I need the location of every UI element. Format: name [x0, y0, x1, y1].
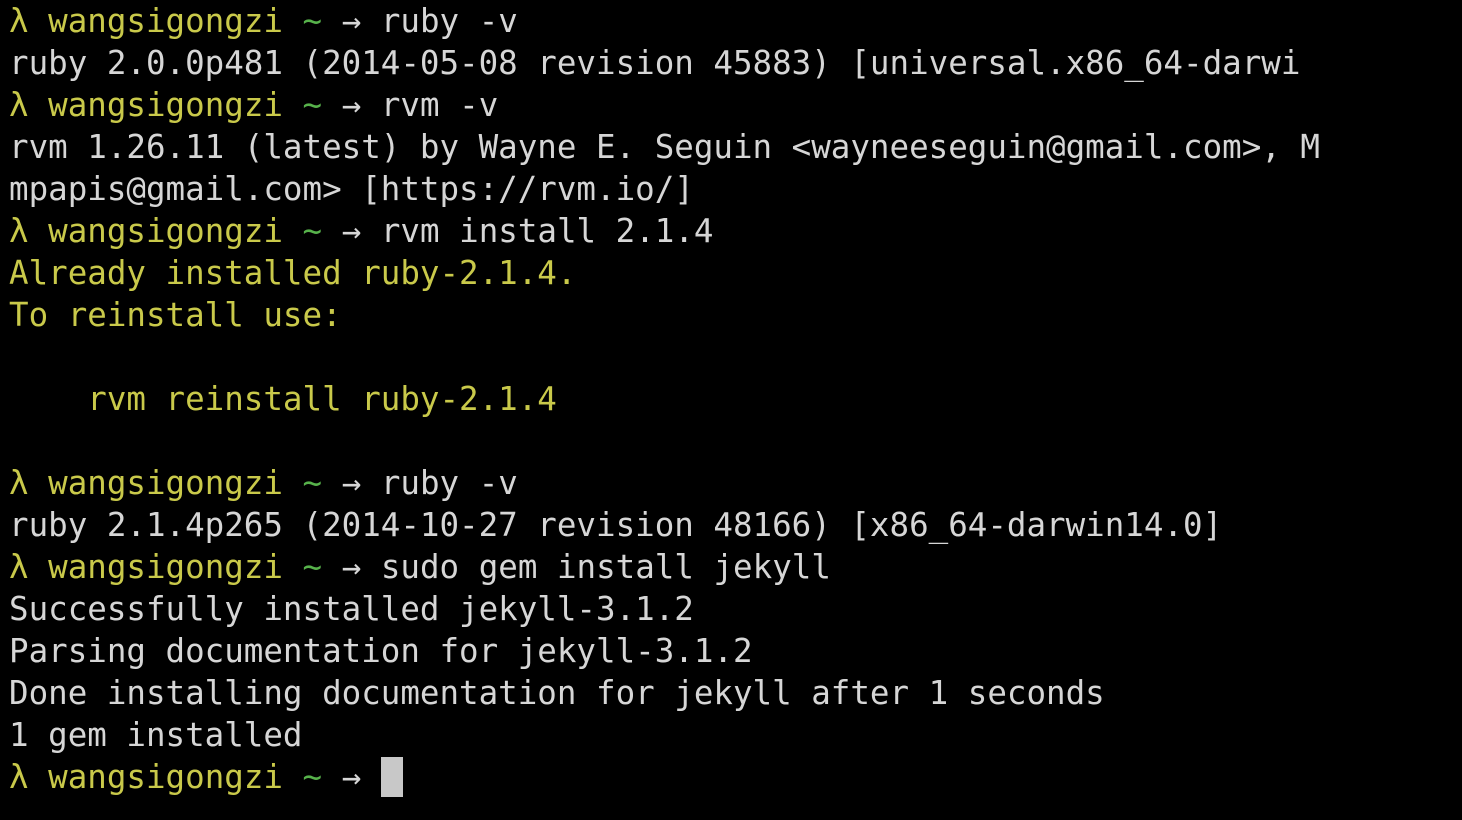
terminal-warning-line: Already installed ruby-2.1.4.: [9, 254, 577, 292]
terminal-line-prompt: λ wangsigongzi ~ → ruby -v: [9, 0, 1462, 42]
terminal-window[interactable]: λ wangsigongzi ~ → ruby -v ruby 2.0.0p48…: [0, 0, 1462, 820]
command-text: ruby -v: [380, 464, 518, 502]
arrow-right-icon: →: [341, 212, 362, 250]
prompt-directory: ~: [302, 464, 323, 502]
terminal-line-prompt: λ wangsigongzi ~ → rvm -v: [9, 84, 1462, 126]
lambda-prompt-icon: λ: [9, 548, 29, 586]
arrow-right-icon: →: [341, 758, 362, 796]
arrow-right-icon: →: [341, 548, 362, 586]
lambda-prompt-icon: λ: [9, 212, 29, 250]
terminal-line-prompt: λ wangsigongzi ~ → sudo gem install jeky…: [9, 546, 1462, 588]
terminal-active-prompt[interactable]: λ wangsigongzi ~ →: [9, 756, 1462, 798]
prompt-username: wangsigongzi: [48, 212, 283, 250]
terminal-line-prompt: λ wangsigongzi ~ → ruby -v: [9, 462, 1462, 504]
command-text: sudo gem install jekyll: [380, 548, 831, 586]
prompt-directory: ~: [302, 2, 323, 40]
prompt-username: wangsigongzi: [48, 464, 283, 502]
text-cursor: [380, 757, 403, 797]
terminal-output-line: mpapis@gmail.com> [https://rvm.io/]: [9, 170, 694, 208]
lambda-prompt-icon: λ: [9, 2, 29, 40]
terminal-warning-line: To reinstall use:: [9, 296, 342, 334]
prompt-username: wangsigongzi: [48, 2, 283, 40]
arrow-right-icon: →: [341, 86, 362, 124]
terminal-output-line: Parsing documentation for jekyll-3.1.2: [9, 632, 753, 670]
prompt-username: wangsigongzi: [48, 758, 283, 796]
prompt-directory: ~: [302, 212, 323, 250]
command-text: rvm install 2.1.4: [380, 212, 714, 250]
lambda-prompt-icon: λ: [9, 86, 29, 124]
terminal-output-line: 1 gem installed: [9, 716, 303, 754]
lambda-prompt-icon: λ: [9, 758, 29, 796]
terminal-output-line: Successfully installed jekyll-3.1.2: [9, 590, 694, 628]
terminal-line-prompt: λ wangsigongzi ~ → rvm install 2.1.4: [9, 210, 1462, 252]
prompt-directory: ~: [302, 758, 323, 796]
prompt-username: wangsigongzi: [48, 548, 283, 586]
arrow-right-icon: →: [341, 2, 362, 40]
terminal-output-line: Done installing documentation for jekyll…: [9, 674, 1105, 712]
terminal-output-line: rvm 1.26.11 (latest) by Wayne E. Seguin …: [9, 128, 1320, 166]
arrow-right-icon: →: [341, 464, 362, 502]
terminal-warning-line: rvm reinstall ruby-2.1.4: [9, 380, 557, 418]
prompt-directory: ~: [302, 86, 323, 124]
terminal-output-line: ruby 2.1.4p265 (2014-10-27 revision 4816…: [9, 506, 1223, 544]
command-text: ruby -v: [380, 2, 518, 40]
command-text: rvm -v: [380, 86, 499, 124]
terminal-output-line: ruby 2.0.0p481 (2014-05-08 revision 4588…: [9, 44, 1301, 82]
prompt-directory: ~: [302, 548, 323, 586]
prompt-username: wangsigongzi: [48, 86, 283, 124]
lambda-prompt-icon: λ: [9, 464, 29, 502]
